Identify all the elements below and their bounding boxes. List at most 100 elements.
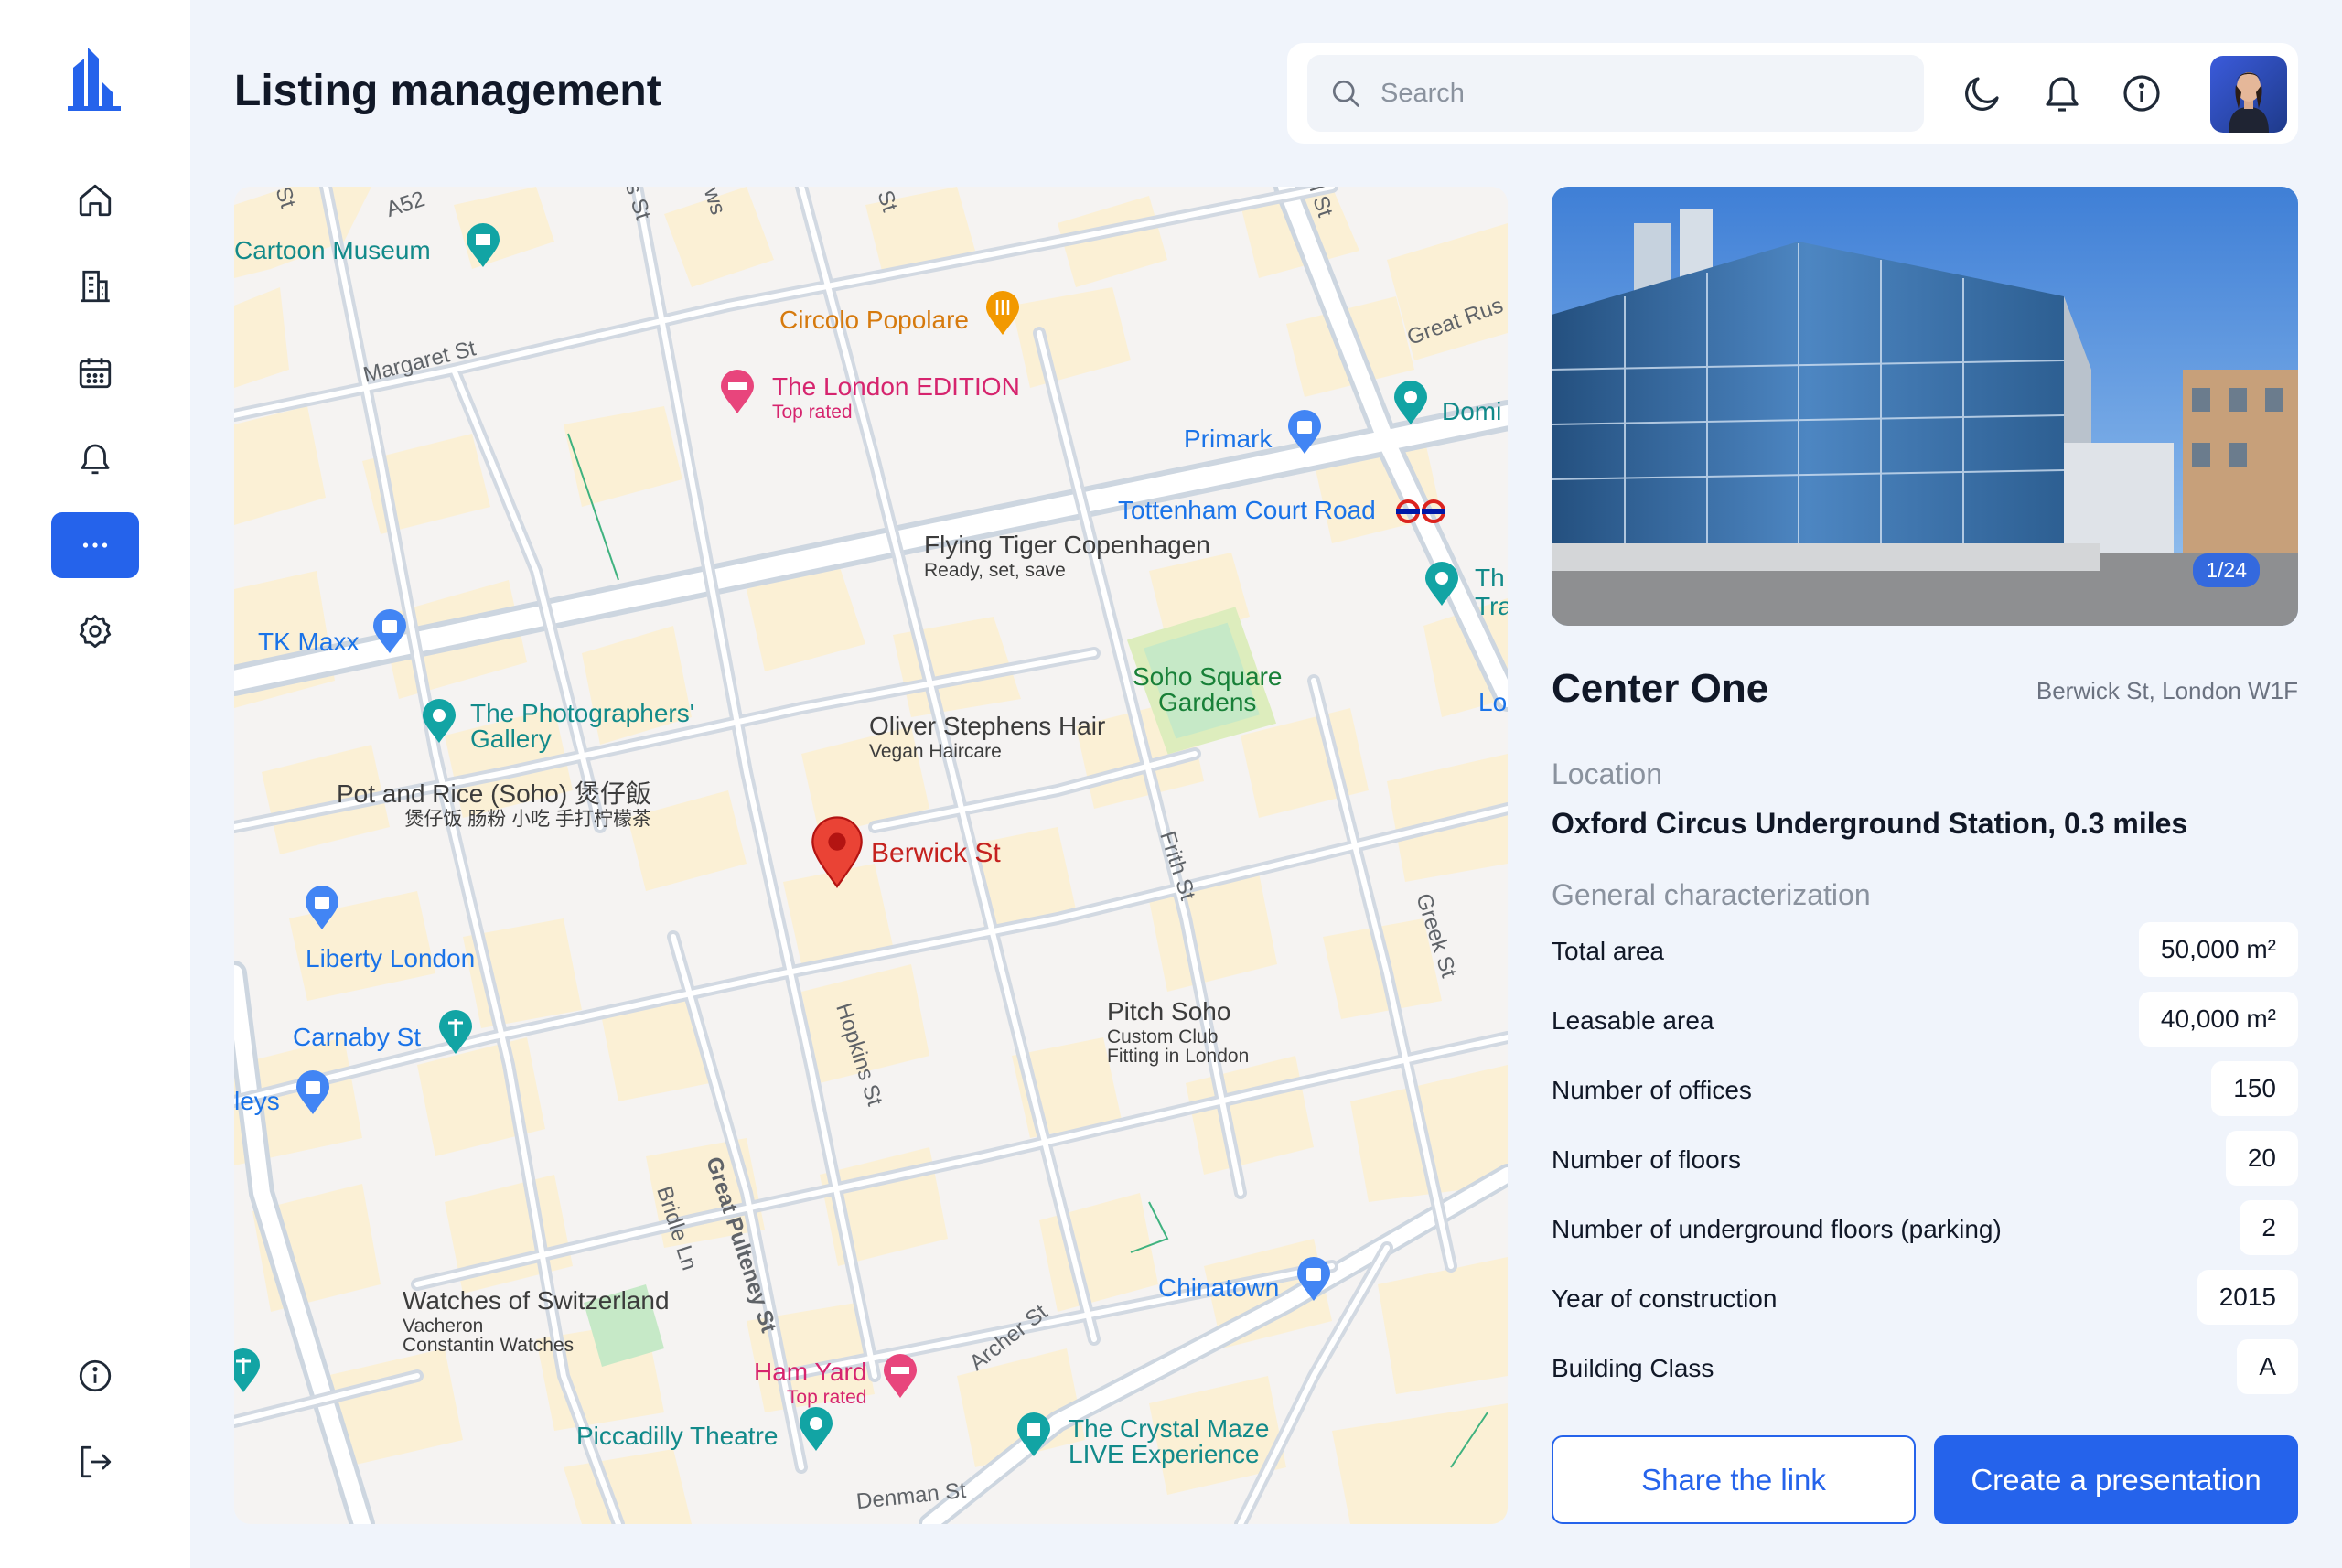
- info-icon[interactable]: [2120, 71, 2164, 115]
- map-label-photographers-1: The Photographers': [470, 699, 695, 727]
- restaurant-pin-icon[interactable]: [984, 291, 1021, 337]
- shopping-pin-icon[interactable]: [1295, 1257, 1332, 1303]
- char-value: 50,000 m²: [2138, 922, 2298, 977]
- moon-icon[interactable]: [1961, 71, 2004, 115]
- shopping-pin-icon[interactable]: [295, 1070, 331, 1116]
- property-name: Center One: [1552, 666, 1769, 711]
- sidebar-item-more[interactable]: [51, 512, 139, 578]
- map-label-london-edition-sub: Top rated: [772, 402, 853, 423]
- map-label-photographers[interactable]: The Photographers' Gallery: [470, 701, 694, 752]
- location-label: Location: [1552, 757, 1662, 790]
- char-label: Number of offices: [1552, 1076, 1752, 1104]
- map-label-th-1: Th: [1475, 564, 1505, 592]
- map-label-watches-sub2: Constantin Watches: [403, 1335, 575, 1356]
- map-label-pitch[interactable]: Pitch Soho Custom Club Fitting in London: [1107, 999, 1250, 1067]
- building-icon: [81, 270, 110, 303]
- map-label-berwick[interactable]: Berwick St: [871, 840, 1001, 867]
- map-label-th-2: Tra: [1475, 592, 1508, 620]
- hotel-pin-icon[interactable]: [719, 370, 756, 415]
- map-label-pitch-sub1: Custom Club: [1107, 1026, 1219, 1047]
- sidebar-item-logout[interactable]: [51, 1429, 139, 1495]
- char-label: Number of floors: [1552, 1145, 1741, 1174]
- map-label-carnaby[interactable]: Carnaby St: [293, 1025, 421, 1050]
- map-label-cartoon-museum[interactable]: Cartoon Museum: [234, 238, 431, 263]
- char-value: 20: [2225, 1131, 2298, 1186]
- char-row-building-class: Building Class A: [1552, 1339, 2298, 1394]
- shopping-pin-icon[interactable]: [371, 609, 408, 655]
- char-label: Total area: [1552, 937, 1664, 965]
- map-label-leys[interactable]: leys: [234, 1089, 280, 1114]
- attraction-pin-icon[interactable]: [1392, 381, 1429, 426]
- map-label-domi[interactable]: Domi: [1442, 399, 1501, 424]
- location-pin-icon[interactable]: [810, 816, 865, 889]
- map-label-tottenham[interactable]: Tottenham Court Road: [1118, 498, 1376, 523]
- map-label-london-edition-title: The London EDITION: [772, 372, 1020, 401]
- gallery-pin-icon[interactable]: [421, 699, 457, 745]
- search-input[interactable]: [1380, 78, 1893, 109]
- map-label-soho-square-2: Gardens: [1158, 688, 1257, 716]
- calendar-icon: [79, 358, 112, 389]
- char-value: 40,000 m²: [2138, 992, 2298, 1047]
- map-label-flying-tiger[interactable]: Flying Tiger Copenhagen Ready, set, save: [924, 531, 1210, 581]
- theatre-pin-icon[interactable]: [798, 1407, 834, 1453]
- map-label-pitch-sub2: Fitting in London: [1107, 1046, 1250, 1067]
- map-label-tk-maxx[interactable]: TK Maxx: [258, 629, 359, 655]
- map-label-flying-tiger-title: Flying Tiger Copenhagen: [924, 531, 1210, 559]
- logo-icon: [68, 48, 121, 111]
- map-label-ham-yard[interactable]: Ham Yard Top rated: [754, 1358, 867, 1408]
- char-row-year: Year of construction 2015: [1552, 1270, 2298, 1325]
- map-label-primark[interactable]: Primark: [1184, 426, 1272, 452]
- sidebar-item-calendar[interactable]: [51, 339, 139, 405]
- location-value: Oxford Circus Underground Station, 0.3 m…: [1552, 807, 2188, 840]
- map-label-pot-rice-sub: 煲仔饭 肠粉 小吃 手打柠檬茶: [404, 809, 651, 830]
- map[interactable]: Cartoon Museum Margaret St Circolo Popol…: [234, 187, 1508, 1524]
- shopping-pin-icon[interactable]: [1286, 410, 1323, 456]
- map-label-soho-square[interactable]: Soho Square Gardens: [1133, 664, 1282, 715]
- map-label-watches-sub1: Vacheron: [403, 1316, 484, 1337]
- share-link-button[interactable]: Share the link: [1552, 1435, 1916, 1524]
- map-label-ham-yard-title: Ham Yard: [754, 1358, 867, 1386]
- museum-pin-icon[interactable]: [465, 223, 501, 269]
- map-label-lo[interactable]: Lo: [1478, 690, 1507, 715]
- logout-icon: [81, 1445, 112, 1478]
- more-icon: [82, 542, 108, 548]
- map-label-th[interactable]: Th Tra: [1475, 565, 1508, 619]
- sidebar-item-info[interactable]: [51, 1343, 139, 1409]
- map-label-piccadilly[interactable]: Piccadilly Theatre: [576, 1423, 778, 1449]
- shopping-pin-icon[interactable]: [304, 886, 340, 931]
- sidebar-item-notifications[interactable]: [51, 425, 139, 491]
- char-row-total-area: Total area 50,000 m²: [1552, 922, 2298, 977]
- property-photo[interactable]: 1/24: [1552, 187, 2298, 626]
- map-label-flying-tiger-sub: Ready, set, save: [924, 560, 1066, 581]
- page-title: Listing management: [234, 67, 661, 115]
- characterization-label: General characterization: [1552, 878, 1871, 911]
- attraction-pin-icon[interactable]: [1015, 1412, 1052, 1458]
- map-label-circolo[interactable]: Circolo Popolare: [779, 307, 969, 333]
- map-label-liberty[interactable]: Liberty London: [306, 946, 475, 972]
- search-box[interactable]: [1307, 55, 1924, 132]
- map-label-photographers-2: Gallery: [470, 725, 552, 753]
- avatar[interactable]: [2210, 56, 2287, 133]
- map-label-soho-square-1: Soho Square: [1133, 662, 1283, 691]
- map-label-london-edition[interactable]: The London EDITION Top rated: [772, 372, 1020, 423]
- landmark-pin-icon[interactable]: [234, 1348, 262, 1394]
- sidebar-item-buildings[interactable]: [51, 253, 139, 319]
- map-label-chinatown[interactable]: Chinatown: [1158, 1275, 1279, 1301]
- sidebar-item-home[interactable]: [51, 167, 139, 233]
- map-label-crystal-2: LIVE Experience: [1069, 1440, 1260, 1468]
- hotel-pin-icon[interactable]: [882, 1354, 919, 1400]
- char-label: Building Class: [1552, 1354, 1714, 1382]
- bell-icon[interactable]: [2040, 71, 2084, 115]
- create-presentation-button[interactable]: Create a presentation: [1934, 1435, 2298, 1524]
- map-label-crystal[interactable]: The Crystal Maze LIVE Experience: [1069, 1416, 1269, 1467]
- map-label-watches[interactable]: Watches of Switzerland Vacheron Constant…: [403, 1288, 670, 1356]
- property-address: Berwick St, London W1F: [2036, 677, 2298, 704]
- map-label-oliver[interactable]: Oliver Stephens Hair Vegan Haircare: [869, 714, 1105, 762]
- char-value: 2015: [2197, 1270, 2298, 1325]
- attraction-pin-icon[interactable]: [1423, 562, 1460, 607]
- landmark-pin-icon[interactable]: [437, 1010, 474, 1056]
- char-row-offices: Number of offices 150: [1552, 1061, 2298, 1116]
- sidebar-item-settings[interactable]: [51, 598, 139, 664]
- char-value: A: [2237, 1339, 2298, 1394]
- map-label-pot-rice[interactable]: Pot and Rice (Soho) 煲仔飯 煲仔饭 肠粉 小吃 手打柠檬茶: [337, 781, 651, 830]
